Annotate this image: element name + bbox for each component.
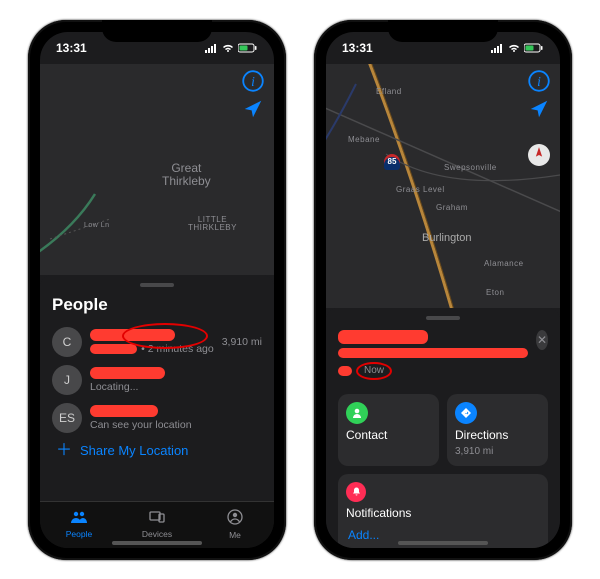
distance: 3,910 mi [222,336,262,348]
map-city: Alamance [484,260,524,269]
contact-label: Contact [346,428,431,442]
timestamp: • 2 minutes ago [141,343,214,355]
status-text: Can see your location [90,419,262,431]
notifications-label: Notifications [346,506,540,520]
directions-button[interactable]: Directions 3,910 mi [447,394,548,466]
tab-label: Me [229,530,241,540]
status-text: Locating... [90,381,262,393]
wifi-icon [221,43,235,53]
tab-label: People [66,529,92,539]
close-button[interactable]: ✕ [536,330,548,350]
person-row-1[interactable]: J Locating... [52,361,262,399]
status-time: 13:31 [56,41,87,55]
redacted-dot [338,366,352,376]
map-city: Efland [376,88,402,97]
directions-icon [455,402,477,424]
contact-button[interactable]: Contact [338,394,439,466]
status-time: 13:31 [342,41,373,55]
people-sheet[interactable]: People C • 2 minutes ago 3,910 mi J Loca… [40,275,274,501]
map-area-right[interactable]: 85 i Efland Mebane Swepsonville Graas Le… [326,64,560,308]
phone-left: 13:31 i Great Thirkleby LITTLE THIRKLEBY… [28,20,286,560]
map-roads-left [40,64,274,275]
map-label-road: Low Ln [84,222,110,230]
avatar: ES [52,403,82,433]
detail-sheet[interactable]: Now ✕ Contact Directions 3,910 [326,308,560,548]
avatar: J [52,365,82,395]
tab-label: Devices [142,529,172,539]
devices-icon [148,510,166,528]
map-city: Mebane [348,136,380,145]
phone-right: 13:31 85 i [314,20,572,560]
tab-me[interactable]: Me [196,502,274,548]
redacted-name [338,330,428,344]
compass-icon[interactable] [528,144,550,166]
map-label-sub: LITTLE THIRKLEBY [188,216,237,234]
status-right [490,43,544,53]
map-city: Graas Level [396,186,445,195]
map-label-main: Great Thirkleby [162,162,211,188]
svg-text:i: i [537,73,541,88]
avatar: C [52,327,82,357]
notifications-card[interactable]: Notifications Add... [338,474,548,548]
wifi-icon [507,43,521,53]
people-icon [70,510,88,528]
svg-text:i: i [251,73,255,88]
sheet-title: People [52,295,262,315]
redacted-name [90,329,175,341]
person-row-0[interactable]: C • 2 minutes ago 3,910 mi [52,323,262,361]
signal-icon [490,43,504,53]
redacted-name [90,405,158,417]
home-indicator[interactable] [398,541,488,545]
me-icon [227,509,243,529]
person-row-2[interactable]: ES Can see your location [52,399,262,437]
share-location-button[interactable]: ＋ Share My Location [52,437,262,461]
map-city: Graham [436,204,468,213]
plus-icon: ＋ [56,443,72,459]
map-city: Burlington [422,232,472,244]
redacted-address [338,348,528,358]
status-right [204,43,258,53]
sheet-grabber[interactable] [140,283,174,287]
map-area-left[interactable]: i Great Thirkleby LITTLE THIRKLEBY Low L… [40,64,274,275]
interstate-shield: 85 [384,154,400,170]
screen-left: 13:31 i Great Thirkleby LITTLE THIRKLEBY… [40,32,274,548]
location-arrow-icon[interactable] [242,98,264,120]
location-arrow-icon[interactable] [528,98,550,120]
directions-distance: 3,910 mi [455,446,540,457]
now-label: Now [356,362,392,380]
notch [102,20,212,42]
info-icon[interactable]: i [528,70,550,92]
battery-icon [524,43,544,53]
map-city: Swepsonville [444,164,497,173]
tab-people[interactable]: People [40,502,118,548]
map-city: Eton [486,289,504,298]
home-indicator[interactable] [112,541,202,545]
battery-icon [238,43,258,53]
bell-icon [346,482,366,502]
redacted-location [90,344,137,354]
info-icon[interactable]: i [242,70,264,92]
screen-right: 13:31 85 i [326,32,560,548]
share-label: Share My Location [80,443,188,458]
contact-icon [346,402,368,424]
redacted-name [90,367,165,379]
sheet-grabber[interactable] [426,316,460,320]
signal-icon [204,43,218,53]
directions-label: Directions [455,428,540,442]
notch [388,20,498,42]
